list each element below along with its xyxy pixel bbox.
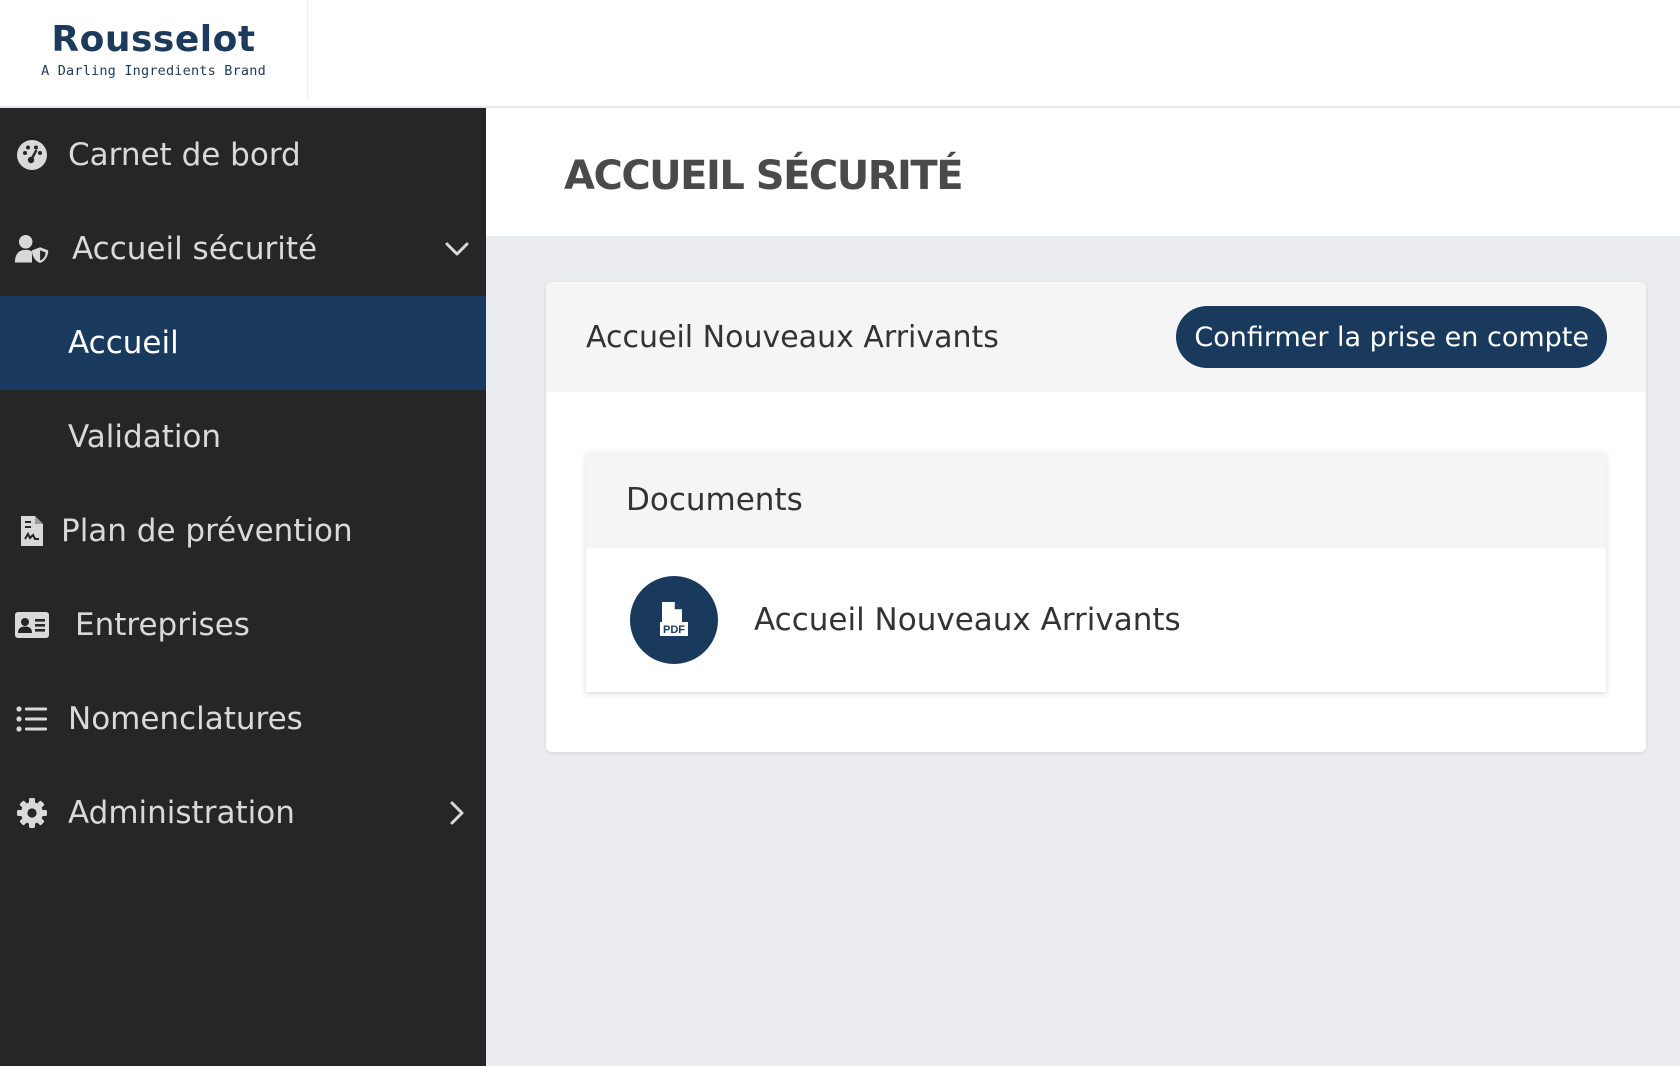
pdf-file-icon[interactable]: PDF bbox=[630, 576, 718, 664]
documents-header: Documents bbox=[586, 452, 1606, 548]
card-header: Accueil Nouveaux Arrivants Confirmer la … bbox=[546, 282, 1646, 392]
sidebar-subitem-label: Accueil bbox=[68, 325, 179, 361]
page-title: ACCUEIL SÉCURITÉ bbox=[564, 153, 964, 199]
sidebar-item-plan-de-prevention[interactable]: Plan de prévention bbox=[0, 484, 486, 578]
user-shield-icon bbox=[14, 231, 50, 267]
sidebar-item-nomenclatures[interactable]: Nomenclatures bbox=[0, 672, 486, 766]
document-item[interactable]: PDF Accueil Nouveaux Arrivants bbox=[586, 548, 1606, 692]
sidebar-item-entreprises[interactable]: Entreprises bbox=[0, 578, 486, 672]
brand-logo[interactable]: Rousselot A Darling Ingredients Brand bbox=[0, 0, 308, 100]
confirm-button[interactable]: Confirmer la prise en compte bbox=[1176, 306, 1607, 368]
sidebar-subitem-validation[interactable]: Validation bbox=[0, 390, 486, 484]
document-name[interactable]: Accueil Nouveaux Arrivants bbox=[754, 602, 1181, 638]
svg-text:PDF: PDF bbox=[663, 624, 685, 636]
list-icon bbox=[14, 701, 50, 737]
dashboard-icon bbox=[14, 137, 50, 173]
top-bar: Rousselot A Darling Ingredients Brand bbox=[0, 0, 1680, 108]
documents-panel: Documents PDF Accueil Nouveaux Arrivants bbox=[586, 452, 1606, 692]
sidebar-item-carnet-de-bord[interactable]: Carnet de bord bbox=[0, 108, 486, 202]
sidebar-item-label: Administration bbox=[68, 795, 295, 831]
sidebar-subitem-label: Validation bbox=[68, 419, 222, 455]
file-signature-icon bbox=[14, 513, 50, 549]
sidebar-item-administration[interactable]: Administration bbox=[0, 766, 486, 860]
sidebar-item-label: Carnet de bord bbox=[68, 137, 301, 173]
brand-name: Rousselot bbox=[51, 19, 256, 60]
page-header: ACCUEIL SÉCURITÉ bbox=[486, 108, 1680, 236]
sidebar-item-label: Accueil sécurité bbox=[72, 231, 318, 267]
sidebar-subitem-accueil[interactable]: Accueil bbox=[0, 296, 486, 390]
brand-tagline: A Darling Ingredients Brand bbox=[41, 63, 266, 79]
sidebar-item-label: Plan de prévention bbox=[61, 513, 353, 549]
documents-title: Documents bbox=[626, 482, 803, 518]
sidebar: Carnet de bord Accueil sécurité Accueil … bbox=[0, 108, 486, 1066]
sidebar-item-label: Nomenclatures bbox=[68, 701, 303, 737]
welcome-card: Accueil Nouveaux Arrivants Confirmer la … bbox=[546, 282, 1646, 752]
sidebar-item-accueil-securite[interactable]: Accueil sécurité bbox=[0, 202, 486, 296]
id-card-icon bbox=[14, 607, 50, 643]
card-title: Accueil Nouveaux Arrivants bbox=[586, 319, 999, 355]
main-content: ACCUEIL SÉCURITÉ Accueil Nouveaux Arriva… bbox=[486, 108, 1680, 1066]
sidebar-item-label: Entreprises bbox=[75, 607, 250, 643]
chevron-right-icon[interactable] bbox=[442, 798, 472, 828]
chevron-down-icon[interactable] bbox=[442, 234, 472, 264]
gear-icon bbox=[14, 795, 50, 831]
